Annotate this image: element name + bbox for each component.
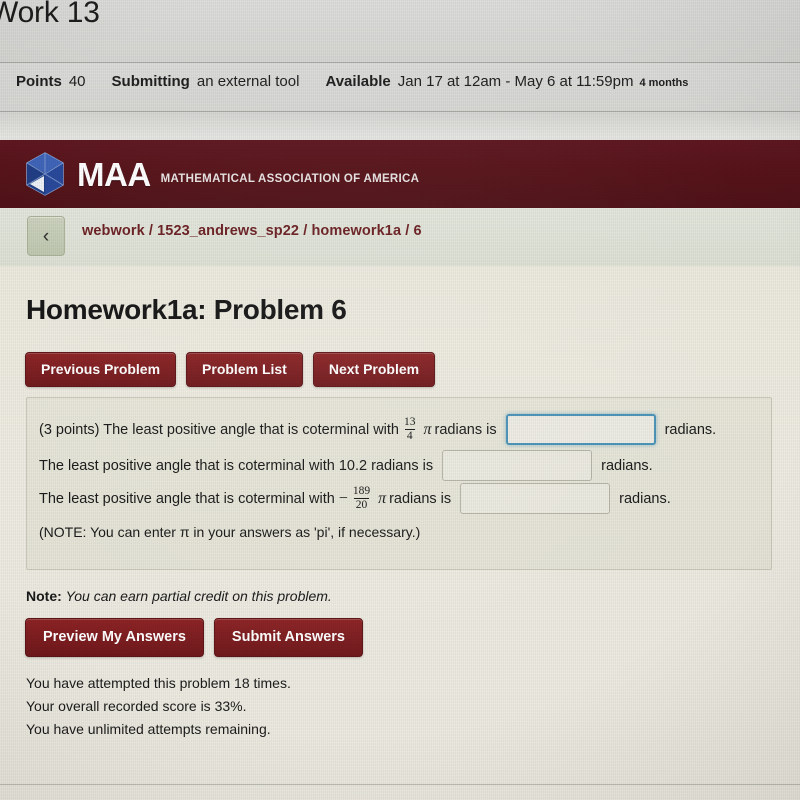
canvas-assignment-header: Work 13: [0, 0, 800, 62]
question-1-pi-symbol: π: [423, 420, 432, 438]
maa-tagline: MATHEMATICAL ASSOCIATION OF AMERICA: [160, 173, 420, 185]
assignment-meta-inner: Points 40 Submitting an external tool Av…: [16, 73, 688, 90]
page-title: Homework1a: Problem 6: [26, 294, 347, 325]
question-1-middle: radians is: [434, 421, 497, 438]
question-3-denominator: 20: [353, 498, 370, 511]
question-2: The least positive angle that is cotermi…: [39, 450, 653, 481]
canvas-spacer: [0, 112, 800, 140]
question-3-prefix: The least positive angle that is cotermi…: [39, 490, 335, 507]
question-1-denominator: 4: [404, 429, 415, 442]
points-label: Points: [16, 73, 62, 90]
submitting-label: Submitting: [111, 73, 190, 90]
question-3: The least positive angle that is cotermi…: [39, 483, 671, 514]
attempts-count-text: You have attempted this problem 18 times…: [26, 675, 291, 691]
pi-entry-note: (NOTE: You can enter π in your answers a…: [39, 524, 421, 540]
previous-problem-button[interactable]: Previous Problem: [25, 352, 177, 387]
question-1: (3 points) The least positive angle that…: [39, 414, 716, 445]
attempt-stats: You have attempted this problem 18 times…: [26, 672, 291, 741]
next-problem-button[interactable]: Next Problem: [312, 352, 436, 387]
page-bottom-divider: [0, 784, 800, 785]
question-3-fraction: 189 20: [351, 484, 372, 512]
points-value: 40: [68, 73, 86, 90]
question-1-prefix: (3 points) The least positive angle that…: [39, 421, 399, 438]
problem-page: Homework1a: Problem 6 Previous Problem P…: [0, 266, 800, 800]
answer-input-3[interactable]: [460, 483, 611, 514]
available-duration: 4 months: [639, 77, 689, 89]
partial-credit-note-text: You can earn partial credit on this prob…: [65, 588, 332, 604]
question-1-suffix: radians.: [664, 421, 717, 438]
recorded-score-text: Your overall recorded score is 33%.: [26, 698, 247, 714]
question-2-suffix: radians.: [601, 457, 653, 474]
submit-answers-button[interactable]: Submit Answers: [213, 618, 363, 657]
maa-logo-icon: [22, 151, 68, 197]
problem-list-button[interactable]: Problem List: [186, 352, 303, 387]
question-3-pi-symbol: π: [378, 489, 387, 507]
question-3-suffix: radians.: [619, 490, 671, 507]
assignment-title: Work 13: [0, 0, 100, 29]
answer-input-2[interactable]: [442, 450, 593, 481]
question-3-minus-sign: −: [338, 489, 348, 507]
attempts-remaining-text: You have unlimited attempts remaining.: [26, 721, 271, 737]
available-value: Jan 17 at 12am - May 6 at 11:59pm: [397, 73, 634, 90]
available-label: Available: [325, 73, 391, 90]
submitting-value: an external tool: [196, 73, 300, 90]
breadcrumb[interactable]: webwork / 1523_andrews_sp22 / homework1a…: [82, 223, 422, 239]
question-1-fraction: 13 4: [402, 415, 418, 443]
assignment-meta-row: Points 40 Submitting an external tool Av…: [0, 63, 800, 111]
problem-nav-buttons: Previous Problem Problem List Next Probl…: [25, 352, 436, 387]
question-3-numerator: 189: [352, 484, 371, 497]
answer-action-buttons: Preview My Answers Submit Answers: [25, 618, 363, 657]
partial-credit-note-label: Note:: [26, 588, 62, 604]
question-1-numerator: 13: [404, 415, 416, 428]
preview-my-answers-button[interactable]: Preview My Answers: [25, 618, 204, 657]
maa-header-bar: MAA MATHEMATICAL ASSOCIATION OF AMERICA: [0, 140, 800, 208]
back-chevron-icon[interactable]: ‹: [27, 216, 65, 256]
question-3-middle: radians is: [389, 490, 452, 507]
answer-input-1[interactable]: [505, 414, 656, 445]
maa-wordmark: MAA: [77, 155, 151, 193]
partial-credit-note: Note: You can earn partial credit on thi…: [26, 588, 332, 604]
problem-statement-panel: (3 points) The least positive angle that…: [26, 397, 772, 570]
breadcrumb-strip: ‹ webwork / 1523_andrews_sp22 / homework…: [0, 208, 800, 266]
question-2-prefix: The least positive angle that is cotermi…: [39, 457, 434, 474]
